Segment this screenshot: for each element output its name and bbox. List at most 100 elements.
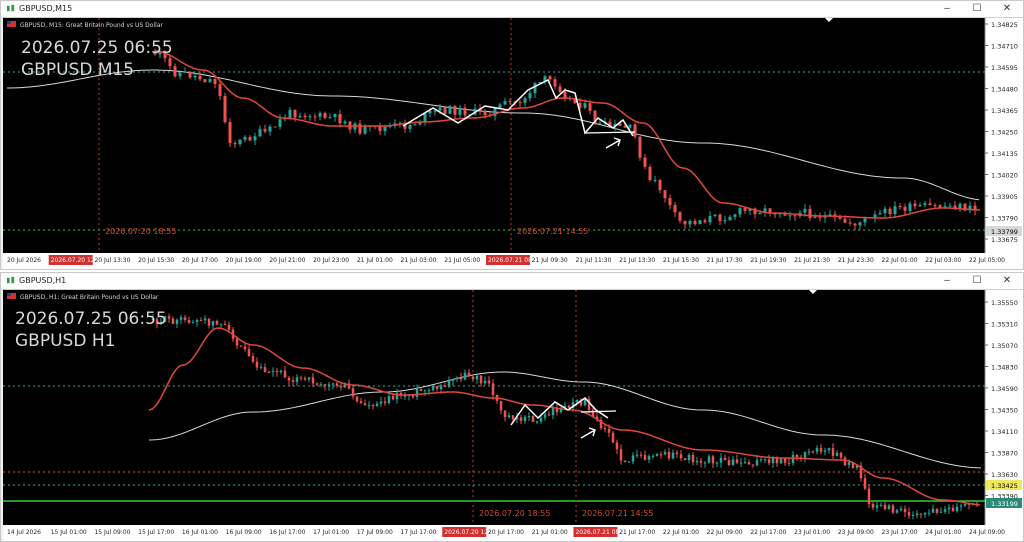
candle-body [447,380,451,387]
candle-body [219,323,223,325]
candle-body [191,322,195,324]
symbol-description: GBPUSD, H1: Great Britain Pound vs US Do… [20,294,159,301]
candle-body [443,107,447,114]
candle-body [363,403,367,406]
candle-body [323,384,327,386]
candle-body [307,377,311,380]
candle-body [279,370,283,373]
candle-body [523,416,527,421]
candle-body [455,377,459,380]
candle-body [239,345,243,347]
window-titlebar[interactable]: GBPUSD,M15 – ☐ ✕ [1,1,1023,18]
candle-body [523,98,527,103]
candle-body [367,405,371,407]
candle-body [483,110,487,116]
candle-body [183,317,187,321]
candle-body [819,447,823,452]
time-label: 21 Jul 11:30 [575,257,611,264]
candle-body [333,114,337,117]
candle-body [438,107,442,111]
time-label: 22 Jul 05:00 [969,257,1005,264]
maximize-icon[interactable]: ☐ [963,273,991,289]
candle-body [943,509,947,512]
candle-body [718,214,722,221]
candle-body [963,503,967,506]
candle-body [903,206,907,211]
time-label: 21 Jul 01:00 [357,257,393,264]
minimize-icon[interactable]: – [933,1,961,17]
candle-body [359,401,363,404]
candle-body [687,454,691,461]
symbol-description: GBPUSD, M15: Great Britain Pound vs US D… [20,22,163,29]
candle-body [293,109,297,118]
candle-body [893,206,897,215]
candle-body [258,129,262,137]
window-titlebar[interactable]: GBPUSD,H1 – ☐ ✕ [1,273,1023,290]
candle-body [491,383,495,395]
candle-body [547,414,551,416]
candle-body [195,319,199,323]
chart-window-h1[interactable]: GBPUSD,H1 – ☐ ✕ 2026.07.20 18:55 2026.07.… [0,272,1024,542]
candle-body [198,75,202,80]
candle-body [779,458,783,464]
candle-body [947,507,951,510]
candle-body [463,107,467,116]
candle-body [458,107,462,115]
candle-body [771,457,775,464]
candle-body [653,179,657,181]
candle-body [471,376,475,380]
candle-body [479,375,483,384]
time-label: 21 Jul 23:30 [838,257,874,264]
candle-body [253,136,257,141]
candle-body [255,361,259,368]
candle-body [668,198,672,206]
candle-body [818,216,822,218]
price-chart-h1[interactable]: 2026.07.20 18:55 2026.07.21 14:55 2026.07.… [3,290,1023,541]
vline-label: 2026.07.20 18:55 [105,227,176,236]
candle-body [453,106,457,115]
candle-body [713,214,717,217]
candle-body [238,139,242,145]
candle-body [507,415,511,418]
time-label: 20 Jul 17:00 [488,529,524,536]
candle-body [235,338,239,346]
candle-body [483,380,487,384]
price-label: 1.35550 [991,299,1018,307]
window-title: GBPUSD,H1 [19,276,67,285]
candle-body [619,449,623,461]
candle-body [923,512,927,515]
minimize-icon[interactable]: – [933,273,961,289]
candle-body [167,316,171,319]
candle-body [715,462,719,464]
candle-body [583,103,587,108]
candle-body [895,510,899,513]
time-label: 22 Jul 03:00 [925,257,961,264]
candle-body [487,380,491,384]
candle-body [295,377,299,382]
candle-body [339,385,343,388]
time-label: 21 Jul 17:00 [619,529,655,536]
close-icon[interactable]: ✕ [993,273,1021,289]
candle-body [233,143,237,145]
candle-body [699,461,703,463]
candle-body [183,71,187,73]
time-label: 22 Jul 01:00 [663,529,699,536]
candle-body [683,220,687,225]
watermark-time: 2026.07.25 06:55 [21,38,173,58]
candle-body [727,460,731,465]
maximize-icon[interactable]: ☐ [963,1,991,17]
candle-body [847,462,851,466]
candle-body [459,377,463,380]
chart-window-m15[interactable]: GBPUSD,M15 – ☐ ✕ 2026.07.20 18:55 2026.07… [0,0,1024,270]
time-label: 23 Jul 09:00 [838,529,874,536]
candle-body [298,115,302,118]
candle-body [831,448,835,456]
close-icon[interactable]: ✕ [993,1,1021,17]
time-label: 22 Jul 09:00 [707,529,743,536]
price-chart-m15[interactable]: 2026.07.20 18:55 2026.07.21 14:55 2026.07.… [3,18,1023,269]
candle-body [839,452,843,458]
candle-body [647,456,651,460]
candle-body [527,416,531,418]
candle-body [543,414,547,418]
candle-body [273,126,277,128]
